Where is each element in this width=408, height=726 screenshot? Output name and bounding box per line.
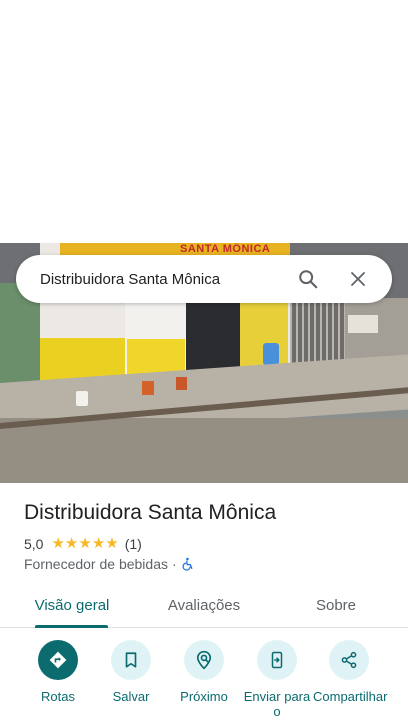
search-bar[interactable]: Distribuidora Santa Mônica xyxy=(16,255,392,303)
wheelchair-icon xyxy=(182,557,193,571)
search-input[interactable]: Distribuidora Santa Mônica xyxy=(40,271,288,288)
share-icon xyxy=(341,651,357,669)
nearby-button[interactable]: Próximo xyxy=(168,640,240,704)
tab-bar: Visão geral Avaliações Sobre xyxy=(0,582,408,628)
star-icon: ★ xyxy=(91,535,106,552)
nearby-label: Próximo xyxy=(180,689,228,704)
review-count: (1) xyxy=(124,536,142,552)
share-button[interactable]: Compartilhar xyxy=(313,640,388,704)
save-label: Salvar xyxy=(112,689,150,704)
rating-stars: ★ ★ ★ ★ ★ xyxy=(51,535,119,552)
map-area xyxy=(0,0,408,243)
share-label: Compartilhar xyxy=(313,689,388,704)
search-button[interactable] xyxy=(288,259,328,299)
action-bar: Rotas Salvar Próximo Enviar para o Compa… xyxy=(0,640,408,726)
storefront-sign-text: SANTA MÔNICA xyxy=(180,243,271,255)
directions-label: Rotas xyxy=(41,689,75,704)
close-icon xyxy=(351,272,365,286)
rating-row[interactable]: 5,0 ★ ★ ★ ★ ★ (1) xyxy=(24,536,142,552)
directions-button[interactable]: Rotas xyxy=(22,640,94,704)
send-to-phone-icon xyxy=(271,651,283,669)
category-row: Fornecedor de bebidas · xyxy=(24,556,195,572)
tab-overview[interactable]: Visão geral xyxy=(24,582,120,628)
nearby-icon xyxy=(196,650,212,670)
place-category: Fornecedor de bebidas xyxy=(24,556,168,572)
tab-selected-indicator xyxy=(35,625,108,628)
send-to-phone-label: Enviar para o xyxy=(243,689,311,719)
close-button[interactable] xyxy=(338,259,378,299)
star-icon: ★ xyxy=(78,535,92,552)
save-button[interactable]: Salvar xyxy=(95,640,167,704)
search-icon xyxy=(299,270,318,289)
place-title: Distribuidora Santa Mônica xyxy=(24,501,277,524)
send-to-phone-button[interactable]: Enviar para o xyxy=(241,640,313,719)
tab-reviews[interactable]: Avaliações xyxy=(156,582,252,628)
star-icon: ★ xyxy=(64,535,79,552)
directions-icon xyxy=(49,651,67,669)
star-icon: ★ xyxy=(105,535,119,552)
separator-dot: · xyxy=(172,556,177,572)
star-icon: ★ xyxy=(51,535,65,552)
bookmark-icon xyxy=(125,652,137,668)
tab-about[interactable]: Sobre xyxy=(288,582,384,628)
rating-value: 5,0 xyxy=(24,536,44,552)
